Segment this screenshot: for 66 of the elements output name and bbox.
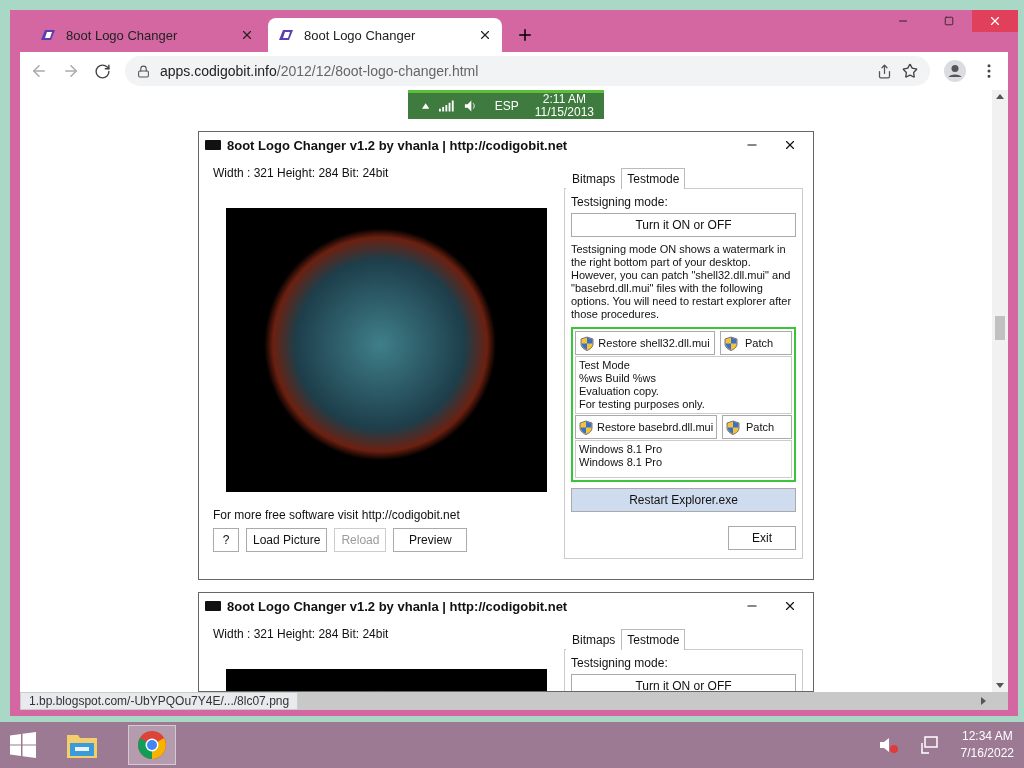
url-text: apps.codigobit.info/2012/12/8oot-logo-changer.html <box>160 63 479 79</box>
network-icon[interactable] <box>920 736 939 754</box>
clock-time: 2:11 AM <box>542 93 586 107</box>
browser-tab[interactable]: 8oot Logo Changer <box>30 18 264 52</box>
image-info: Width : 321 Height: 284 Bit: 24bit <box>213 166 390 181</box>
app-icon <box>205 601 221 612</box>
speaker-muted-icon[interactable] <box>878 736 899 754</box>
maximize-icon <box>944 16 954 26</box>
exit-button[interactable]: Exit <box>728 526 796 551</box>
logo-icon <box>40 29 56 41</box>
speaker-icon <box>464 99 477 114</box>
shield-icon <box>579 419 593 435</box>
back-icon[interactable] <box>30 62 48 80</box>
lock-icon <box>137 64 150 78</box>
app-button[interactable]: Preview <box>393 528 468 553</box>
text-area[interactable]: Windows 8.1 Pro Windows 8.1 Pro <box>575 440 792 479</box>
reload-icon[interactable] <box>94 62 111 80</box>
shield-icon <box>580 335 595 351</box>
testsigning-label: Testsigning mode: <box>571 195 669 210</box>
clock-date: 7/16/2022 <box>960 745 1014 762</box>
footer-text: For more free software visit http://codigobit.net <box>213 508 461 523</box>
tab[interactable]: Testmode <box>621 629 686 651</box>
restore-button[interactable]: Restore basebrd.dll.mui <box>575 415 718 440</box>
text-area[interactable]: Test Mode %ws Build %ws Evaluation copy. For testing purposes only. <box>575 356 792 415</box>
shield-icon <box>724 335 738 351</box>
scroll-right-icon[interactable] <box>981 697 986 705</box>
language-indicator: ESP <box>494 99 519 114</box>
forward-icon[interactable] <box>62 62 80 80</box>
address-bar[interactable]: apps.codigobit.info/2012/12/8oot-logo-changer.html <box>125 56 930 86</box>
toggle-button[interactable]: Turn it ON or OFF <box>571 213 796 238</box>
taskbar-button[interactable] <box>128 725 176 765</box>
scroll-up-icon[interactable] <box>996 94 1004 99</box>
clock-time: 12:34 AM <box>961 728 1013 745</box>
app-button[interactable]: ? <box>213 528 239 553</box>
close-icon[interactable] <box>478 28 492 42</box>
share-icon[interactable] <box>877 63 892 79</box>
windows-logo-icon[interactable] <box>10 732 36 758</box>
app-window-title: 8oot Logo Changer v1.2 by vhanla | http://codigobit.net <box>227 137 569 153</box>
description-text: Testsigning mode ON shows a watermark in the right bottom part of your desktop. However, you can patch "shell32.dll.mui" and "basebrd.dll.mui" files with the following options. You will need to restart explorer after those procedures. <box>571 243 793 322</box>
new-tab-icon[interactable] <box>516 26 534 44</box>
profile-icon[interactable] <box>944 60 966 82</box>
status-url: 1.bp.blogspot.com/-UbYPQOu7Y4E/.../8lc07.png <box>20 692 299 710</box>
clock-date: 11/15/2013 <box>534 106 594 120</box>
scroll-down-icon[interactable] <box>996 683 1004 688</box>
testsigning-label: Testsigning mode: <box>571 656 669 671</box>
bookmark-icon[interactable] <box>902 63 918 79</box>
chrome-icon <box>137 730 167 760</box>
app-button[interactable]: Load Picture <box>246 528 328 553</box>
browser-tab[interactable]: 8oot Logo Changer <box>268 18 502 52</box>
vertical-scrollbar[interactable] <box>992 90 1008 692</box>
signal-icon <box>439 100 454 113</box>
scrollbar-thumb[interactable] <box>995 316 1005 340</box>
toggle-button[interactable]: Turn it ON or OFF <box>571 674 796 692</box>
close-icon <box>988 14 1002 28</box>
restart-button[interactable]: Restart Explorer.exe <box>571 488 796 513</box>
patch-button[interactable]: Patch <box>722 415 792 440</box>
patch-button[interactable]: Patch <box>720 331 792 356</box>
restore-button[interactable]: Restore shell32.dll.mui <box>575 331 715 356</box>
image-info: Width : 321 Height: 284 Bit: 24bit <box>213 627 390 642</box>
tab[interactable]: Testmode <box>621 168 686 190</box>
app-window-title: 8oot Logo Changer v1.2 by vhanla | http://codigobit.net <box>227 598 569 614</box>
horizontal-scrollbar[interactable] <box>298 692 1008 710</box>
logo-icon <box>278 29 294 41</box>
app-icon <box>205 140 221 151</box>
shield-icon <box>726 419 741 435</box>
chevron-up-icon <box>422 103 430 110</box>
